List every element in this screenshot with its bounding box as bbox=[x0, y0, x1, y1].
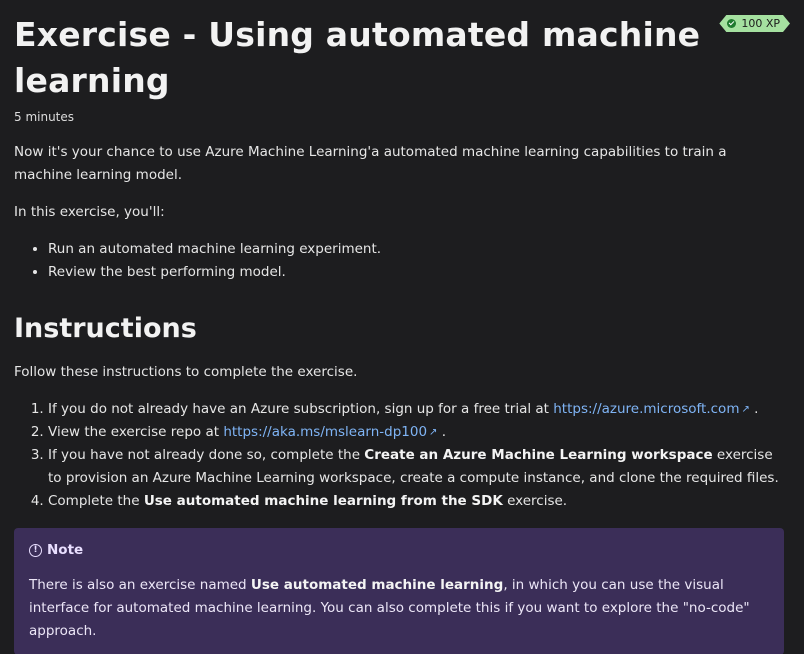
list-item: Complete the Use automated machine learn… bbox=[48, 490, 785, 513]
note-callout: ! Note There is also an exercise named U… bbox=[14, 528, 784, 654]
list-item: Review the best performing model. bbox=[48, 261, 785, 284]
list-item: View the exercise repo at https://aka.ms… bbox=[48, 421, 785, 444]
step-text: . bbox=[441, 424, 447, 440]
step-text: If you do not already have an Azure subs… bbox=[48, 401, 554, 417]
external-link-icon: ↗ bbox=[429, 427, 438, 438]
azure-trial-link[interactable]: https://azure.microsoft.com bbox=[553, 401, 739, 417]
intro-paragraph: Now it's your chance to use Azure Machin… bbox=[14, 144, 727, 183]
exercise-repo-link[interactable]: https://aka.ms/mslearn-dp100 bbox=[223, 424, 427, 440]
note-header: ! Note bbox=[29, 542, 769, 558]
external-link-icon: ↗ bbox=[741, 404, 750, 415]
step-text: View the exercise repo at bbox=[48, 424, 224, 440]
list-item: Run an automated machine learning experi… bbox=[48, 238, 785, 261]
xp-badge-label: 100 XP bbox=[741, 17, 780, 30]
page-title: Exercise - Using automated machine learn… bbox=[14, 15, 701, 100]
follow-paragraph: Follow these instructions to complete th… bbox=[14, 364, 358, 380]
note-text: There is also an exercise named bbox=[29, 577, 251, 593]
duration-label: 5 minutes bbox=[14, 110, 75, 124]
xp-badge: 100 XP bbox=[719, 15, 790, 32]
exercise-page: 100 XP Exercise - Using automated machin… bbox=[0, 0, 804, 654]
in-exercise-paragraph: In this exercise, you'll: bbox=[14, 204, 165, 220]
note-title: Note bbox=[47, 542, 84, 558]
steps-list: If you do not already have an Azure subs… bbox=[14, 398, 785, 513]
objectives-list: Run an automated machine learning experi… bbox=[14, 238, 785, 284]
note-body: There is also an exercise named Use auto… bbox=[29, 574, 769, 643]
note-bold-text: Use automated machine learning bbox=[250, 577, 504, 593]
step-text: . bbox=[754, 401, 759, 417]
step-bold-text: Use automated machine learning from the … bbox=[143, 493, 503, 509]
list-item: If you have not already done so, complet… bbox=[48, 444, 785, 490]
checkmark-circle-icon bbox=[727, 19, 736, 28]
instructions-heading: Instructions bbox=[14, 313, 197, 344]
step-bold-text: Create an Azure Machine Learning workspa… bbox=[364, 447, 713, 463]
list-item: If you do not already have an Azure subs… bbox=[48, 398, 785, 421]
step-text: If you have not already done so, complet… bbox=[48, 447, 365, 463]
info-circle-icon: ! bbox=[29, 543, 42, 557]
step-text: Complete the bbox=[48, 493, 144, 509]
step-text: exercise. bbox=[502, 493, 568, 509]
